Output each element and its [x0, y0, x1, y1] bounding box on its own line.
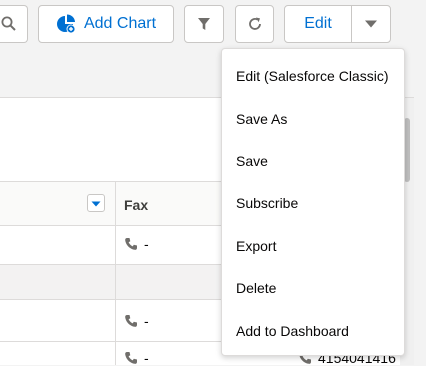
menu-item-add-to-dashboard[interactable]: Add to Dashboard	[222, 316, 404, 346]
more-actions-menu: Edit (Salesforce Classic) Save As Save S…	[221, 48, 405, 356]
phone-icon	[124, 237, 138, 251]
menu-item-subscribe[interactable]: Subscribe	[222, 188, 404, 218]
add-chart-label: Add Chart	[83, 15, 157, 32]
edit-label: Edit	[304, 15, 332, 32]
filter-icon	[197, 17, 211, 31]
refresh-button[interactable]	[235, 5, 274, 43]
fax-cell: -	[124, 236, 149, 252]
chevron-down-icon	[91, 194, 101, 212]
fax-cell: -	[124, 350, 149, 366]
column-divider	[115, 181, 116, 365]
filter-button[interactable]	[184, 5, 224, 43]
chevron-down-icon	[364, 19, 378, 29]
phone-icon	[124, 351, 138, 365]
fax-value: -	[144, 236, 149, 252]
column-header-fax[interactable]: Fax	[124, 197, 148, 213]
more-actions-button[interactable]	[351, 5, 391, 43]
menu-item-delete[interactable]: Delete	[222, 273, 404, 303]
add-chart-button[interactable]: Add Chart	[38, 5, 174, 43]
refresh-icon	[247, 16, 263, 32]
menu-item-save-as[interactable]: Save As	[222, 104, 404, 134]
menu-item-edit-classic[interactable]: Edit (Salesforce Classic)	[222, 61, 404, 91]
column-menu-button[interactable]	[87, 194, 105, 212]
fax-value: -	[144, 350, 149, 366]
menu-item-save[interactable]: Save	[222, 146, 404, 176]
search-button[interactable]	[0, 5, 28, 43]
fax-value: -	[144, 313, 149, 329]
search-icon	[1, 16, 17, 32]
menu-item-export[interactable]: Export	[222, 231, 404, 261]
chart-icon	[56, 14, 76, 34]
edit-button[interactable]: Edit	[284, 5, 352, 43]
page-edge	[414, 0, 426, 365]
phone-icon	[124, 314, 138, 328]
fax-cell: -	[124, 313, 149, 329]
